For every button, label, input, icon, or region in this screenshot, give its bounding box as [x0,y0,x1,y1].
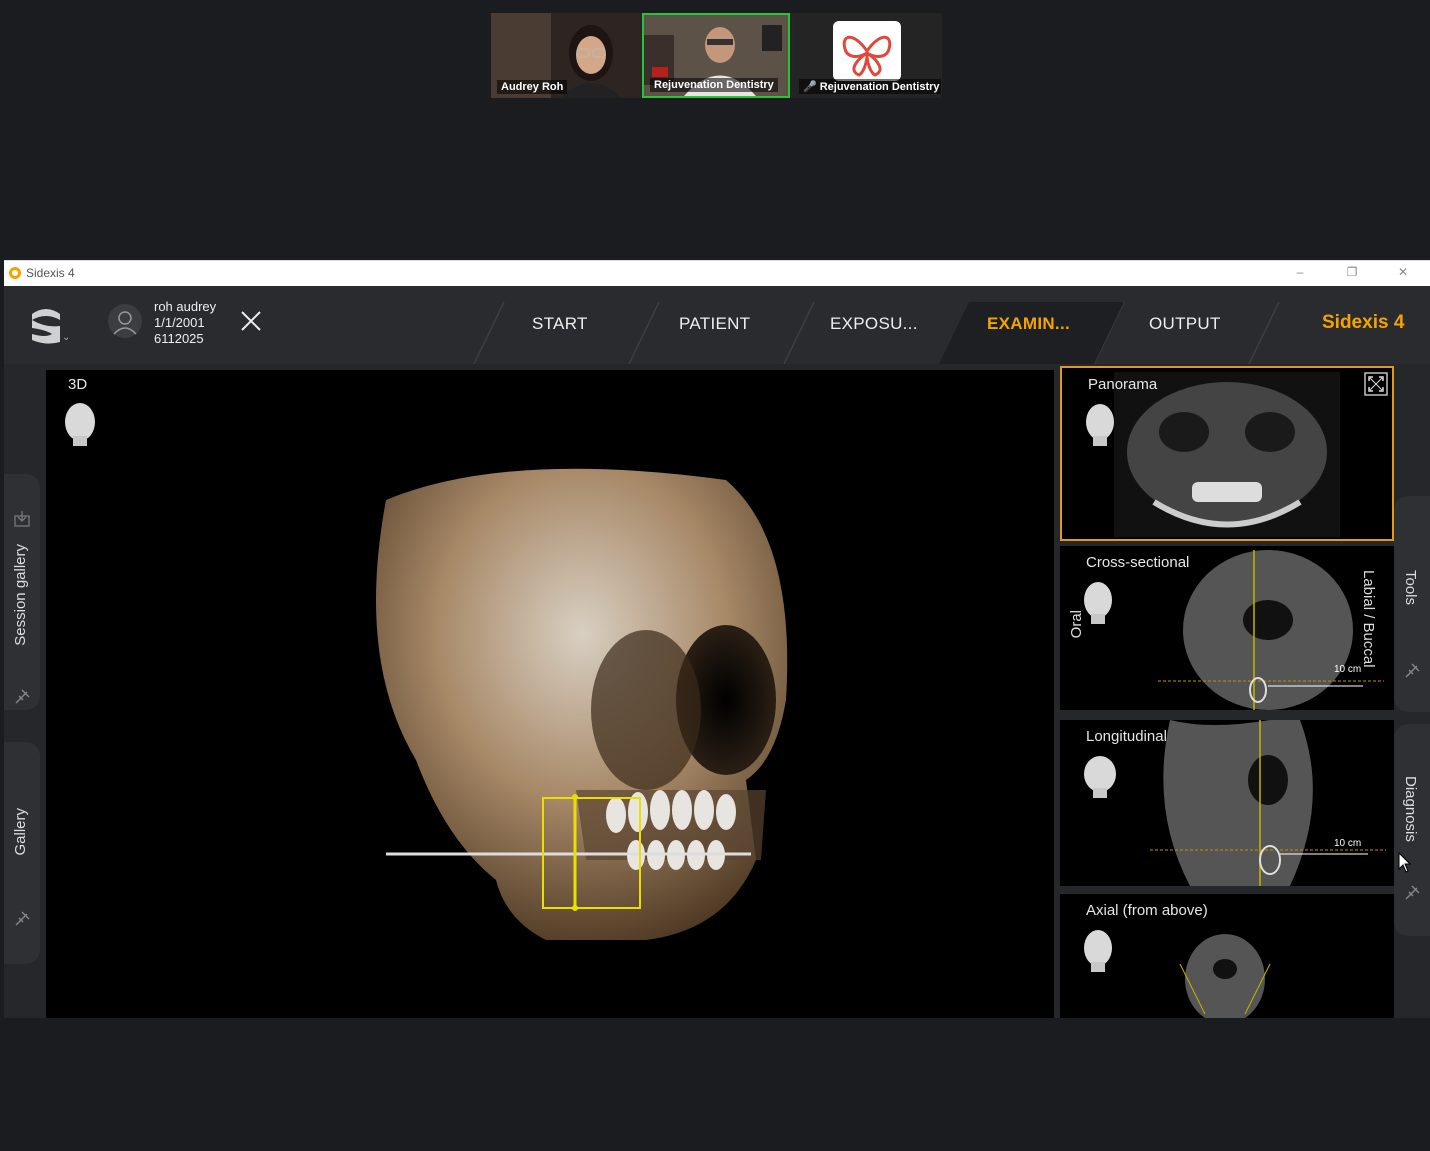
view-label-3d: 3D [68,376,88,393]
window-close-button[interactable]: ✕ [1393,265,1413,281]
participant-name: Rejuvenation Dentistry [650,78,778,92]
expand-icon[interactable] [1364,372,1388,396]
participant-tile-audrey[interactable]: Audrey Roh [491,13,639,98]
restore-button[interactable]: ❐ [1342,265,1362,281]
patient-dob: 1/1/2001 [154,315,205,330]
patient-name: roh audrey [154,299,217,314]
diagnosis-label: Diagnosis [1402,776,1419,842]
tools-label: Tools [1402,570,1419,606]
longitudinal-view[interactable]: Longitudinal 10 cm [1060,720,1394,886]
3d-skull-render [376,468,788,940]
orientation-oral: Oral [1068,610,1085,639]
head-icon [1084,756,1116,798]
participant-name: 🎤 Rejuvenation Dentistry [799,79,941,94]
brand-label: Sidexis 4 [1322,312,1405,333]
session-gallery-label: Session gallery [12,544,29,646]
head-orientation-icon[interactable] [60,400,100,450]
tab-examination[interactable]: EXAMIN... [987,314,1070,334]
workspace: Session gallery Gallery 3D Panorama Cros… [4,364,1430,1018]
head-icon [1084,930,1112,972]
close-patient-icon[interactable] [240,310,262,332]
pin-icon[interactable] [13,688,31,706]
muted-mic-icon: 🎤 [803,81,817,93]
participant-tile-rejuvenation-logo[interactable]: 🎤 Rejuvenation Dentistry [793,13,941,98]
head-icon [1086,404,1114,446]
tab-patient[interactable]: PATIENT [679,314,750,334]
panorama-image [1114,372,1340,537]
gallery-tab[interactable]: Gallery [4,742,40,964]
minimize-button[interactable]: – [1290,265,1310,281]
patient-id: 6112025 [154,331,204,346]
longitudinal-label: Longitudinal [1086,728,1167,745]
video-strip: Audrey Roh Rejuvenation Dentistry 🎤 Rejuv… [491,13,942,98]
tab-output[interactable]: OUTPUT [1149,314,1221,334]
avatar[interactable] [108,304,142,338]
participant-tile-rejuvenation-video[interactable]: Rejuvenation Dentistry [642,13,790,98]
cross-sectional-view[interactable]: Cross-sectional Oral Labial / Buccal 10 … [1060,546,1394,710]
bottom-area [4,1018,1430,1151]
scale-label: 10 cm [1334,838,1362,849]
scale-label: 10 cm [1334,664,1362,675]
panorama-label: Panorama [1088,376,1158,393]
tools-tab[interactable]: Tools [1394,496,1430,712]
3d-view[interactable]: 3D [46,370,1054,1018]
avatar-icon [113,311,137,335]
diagnosis-tab[interactable]: Diagnosis [1394,724,1430,936]
pin-icon[interactable] [13,910,31,928]
axial-view[interactable]: Axial (from above) [1060,894,1394,1018]
cross-sectional-image [1158,550,1384,710]
head-icon [1084,582,1112,624]
tab-exposure[interactable]: EXPOSU... [830,314,918,334]
chevron-down-icon[interactable]: ⌄ [62,332,70,343]
mouse-cursor-icon [1398,852,1412,873]
import-icon[interactable] [13,510,31,528]
pin-icon[interactable] [1403,662,1421,680]
longitudinal-image [1150,720,1386,886]
cross-sectional-label: Cross-sectional [1086,554,1190,571]
window-title: Sidexis 4 [26,266,75,280]
panorama-view[interactable]: Panorama [1060,366,1394,541]
butterfly-icon [842,35,892,77]
main-navbar: ⌄ roh audrey 1/1/2001 6112025 START PATI… [4,286,1430,364]
butterfly-logo [833,21,901,81]
participant-name: Audrey Roh [497,80,568,94]
tab-start[interactable]: START [532,314,588,334]
pin-icon[interactable] [1403,884,1421,902]
sidexis-app-icon [9,267,21,279]
session-gallery-tab[interactable]: Session gallery [4,474,40,710]
orientation-labial-buccal: Labial / Buccal [1360,570,1377,668]
patient-info: roh audrey 1/1/2001 6112025 [154,299,216,347]
axial-label: Axial (from above) [1086,902,1208,919]
window-titlebar: Sidexis 4 – ❐ ✕ [4,260,1430,287]
sidexis-logo-icon[interactable] [28,306,64,346]
gallery-label: Gallery [12,808,29,856]
axial-image [1179,934,1271,1018]
